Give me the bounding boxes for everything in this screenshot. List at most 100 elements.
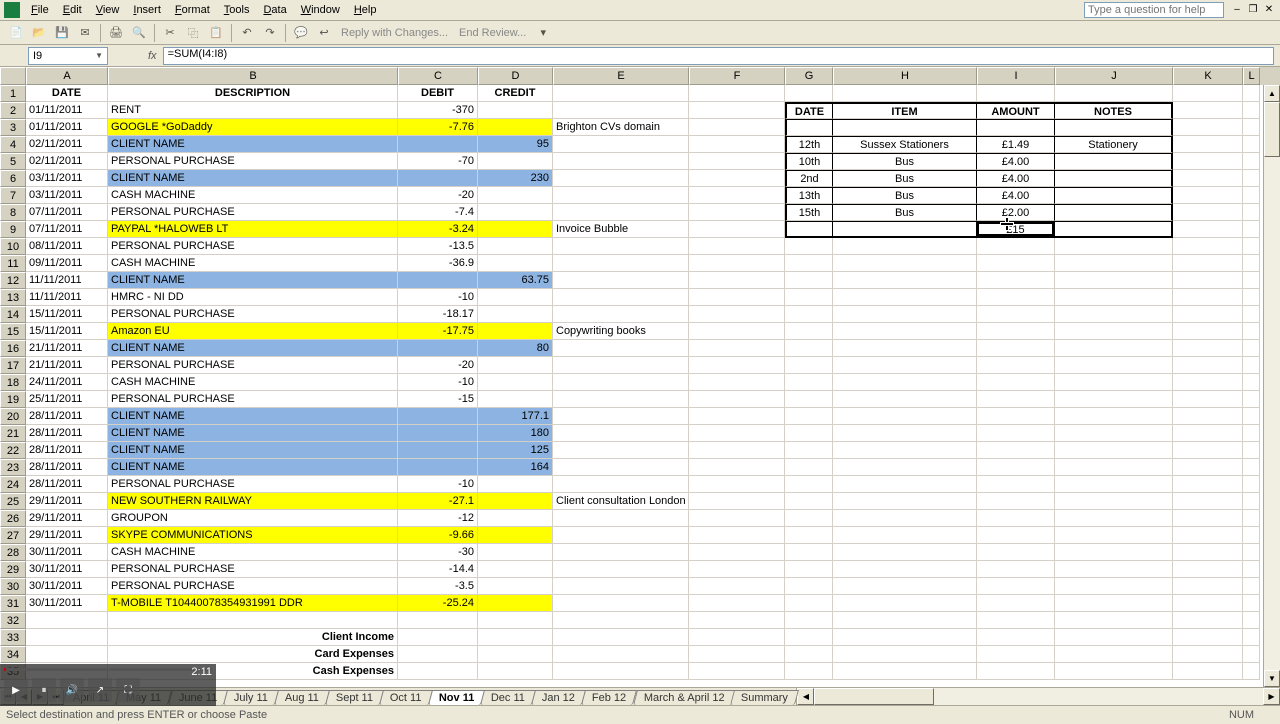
cell[interactable]: [478, 221, 553, 238]
cell[interactable]: [1055, 153, 1173, 170]
cell[interactable]: [1173, 238, 1243, 255]
cell[interactable]: [689, 612, 785, 629]
cell[interactable]: 29/11/2011: [26, 510, 108, 527]
cell[interactable]: [1173, 476, 1243, 493]
cell[interactable]: 30/11/2011: [26, 544, 108, 561]
cell[interactable]: [785, 85, 833, 102]
cell[interactable]: 12th: [785, 136, 833, 153]
cell[interactable]: [833, 85, 977, 102]
cell[interactable]: [689, 153, 785, 170]
cell[interactable]: PERSONAL PURCHASE: [108, 561, 398, 578]
cell[interactable]: -13.5: [398, 238, 478, 255]
cell[interactable]: [478, 663, 553, 680]
cell[interactable]: Amazon EU: [108, 323, 398, 340]
row-header[interactable]: 28: [0, 544, 26, 561]
cell[interactable]: [398, 136, 478, 153]
cell[interactable]: [553, 595, 689, 612]
cell[interactable]: 180: [478, 425, 553, 442]
cell[interactable]: [977, 629, 1055, 646]
cell[interactable]: [1243, 221, 1260, 238]
cell[interactable]: 02/11/2011: [26, 136, 108, 153]
cell[interactable]: [833, 221, 977, 238]
cell[interactable]: [689, 340, 785, 357]
cell[interactable]: [1055, 578, 1173, 595]
row-header[interactable]: 2: [0, 102, 26, 119]
scroll-down-button[interactable]: ▼: [1264, 670, 1280, 687]
cell[interactable]: [977, 578, 1055, 595]
cell[interactable]: [833, 663, 977, 680]
cell[interactable]: 28/11/2011: [26, 425, 108, 442]
cell[interactable]: [1243, 289, 1260, 306]
cell[interactable]: [1243, 442, 1260, 459]
cell[interactable]: £2.00: [977, 204, 1055, 221]
cell[interactable]: [553, 306, 689, 323]
cell[interactable]: [553, 374, 689, 391]
cell[interactable]: [1173, 629, 1243, 646]
cell[interactable]: [833, 119, 977, 136]
row-header[interactable]: 27: [0, 527, 26, 544]
cell[interactable]: -10: [398, 289, 478, 306]
cell[interactable]: -17.75: [398, 323, 478, 340]
cell[interactable]: PERSONAL PURCHASE: [108, 204, 398, 221]
row-header[interactable]: 1: [0, 85, 26, 102]
menu-window[interactable]: Window: [294, 2, 347, 18]
cell[interactable]: [977, 493, 1055, 510]
cell[interactable]: [398, 612, 478, 629]
cell[interactable]: [553, 136, 689, 153]
cell[interactable]: [1173, 204, 1243, 221]
cell[interactable]: [833, 391, 977, 408]
cell[interactable]: [833, 629, 977, 646]
cell[interactable]: 10th: [785, 153, 833, 170]
cell[interactable]: [785, 340, 833, 357]
cell[interactable]: -70: [398, 153, 478, 170]
cell[interactable]: [1055, 595, 1173, 612]
cell[interactable]: [478, 204, 553, 221]
cell[interactable]: [1243, 340, 1260, 357]
cell[interactable]: Brighton CVs domain: [553, 119, 689, 136]
cell[interactable]: [977, 323, 1055, 340]
cell[interactable]: -27.1: [398, 493, 478, 510]
cell[interactable]: [1243, 119, 1260, 136]
cell[interactable]: [478, 578, 553, 595]
horizontal-scrollbar[interactable]: ◀ ▶: [796, 688, 1280, 705]
cell[interactable]: £1.49: [977, 136, 1055, 153]
cell[interactable]: [1243, 527, 1260, 544]
cell[interactable]: [785, 238, 833, 255]
cell[interactable]: 30/11/2011: [26, 595, 108, 612]
cell[interactable]: Bus: [833, 153, 977, 170]
cell[interactable]: [398, 170, 478, 187]
cell[interactable]: [785, 255, 833, 272]
row-header[interactable]: 33: [0, 629, 26, 646]
cell[interactable]: [478, 510, 553, 527]
cell[interactable]: NEW SOUTHERN RAILWAY: [108, 493, 398, 510]
cut-button[interactable]: ✂: [160, 23, 180, 43]
sheet-tab[interactable]: July 11: [223, 690, 279, 705]
cell[interactable]: [1243, 561, 1260, 578]
cell[interactable]: [478, 629, 553, 646]
cell[interactable]: [1173, 272, 1243, 289]
cell[interactable]: [833, 374, 977, 391]
cell[interactable]: [833, 578, 977, 595]
toolbar-overflow[interactable]: ▾: [533, 23, 553, 43]
cell[interactable]: [1173, 102, 1243, 119]
cell[interactable]: [398, 663, 478, 680]
cell[interactable]: [785, 527, 833, 544]
cell[interactable]: [1243, 493, 1260, 510]
formula-input[interactable]: =SUM(I4:I8): [163, 47, 1274, 65]
cell[interactable]: [1173, 408, 1243, 425]
print-button[interactable]: 🖨: [106, 23, 126, 43]
cell[interactable]: [1055, 306, 1173, 323]
cell[interactable]: [1173, 612, 1243, 629]
col-header-l[interactable]: L: [1243, 67, 1260, 85]
cell[interactable]: [1055, 255, 1173, 272]
cell[interactable]: 08/11/2011: [26, 238, 108, 255]
cell[interactable]: [977, 459, 1055, 476]
row-header[interactable]: 26: [0, 510, 26, 527]
cell[interactable]: [977, 238, 1055, 255]
cell[interactable]: -12: [398, 510, 478, 527]
cell[interactable]: [1243, 612, 1260, 629]
cell[interactable]: -20: [398, 357, 478, 374]
cell[interactable]: [478, 544, 553, 561]
cell[interactable]: [478, 187, 553, 204]
cell[interactable]: [833, 561, 977, 578]
